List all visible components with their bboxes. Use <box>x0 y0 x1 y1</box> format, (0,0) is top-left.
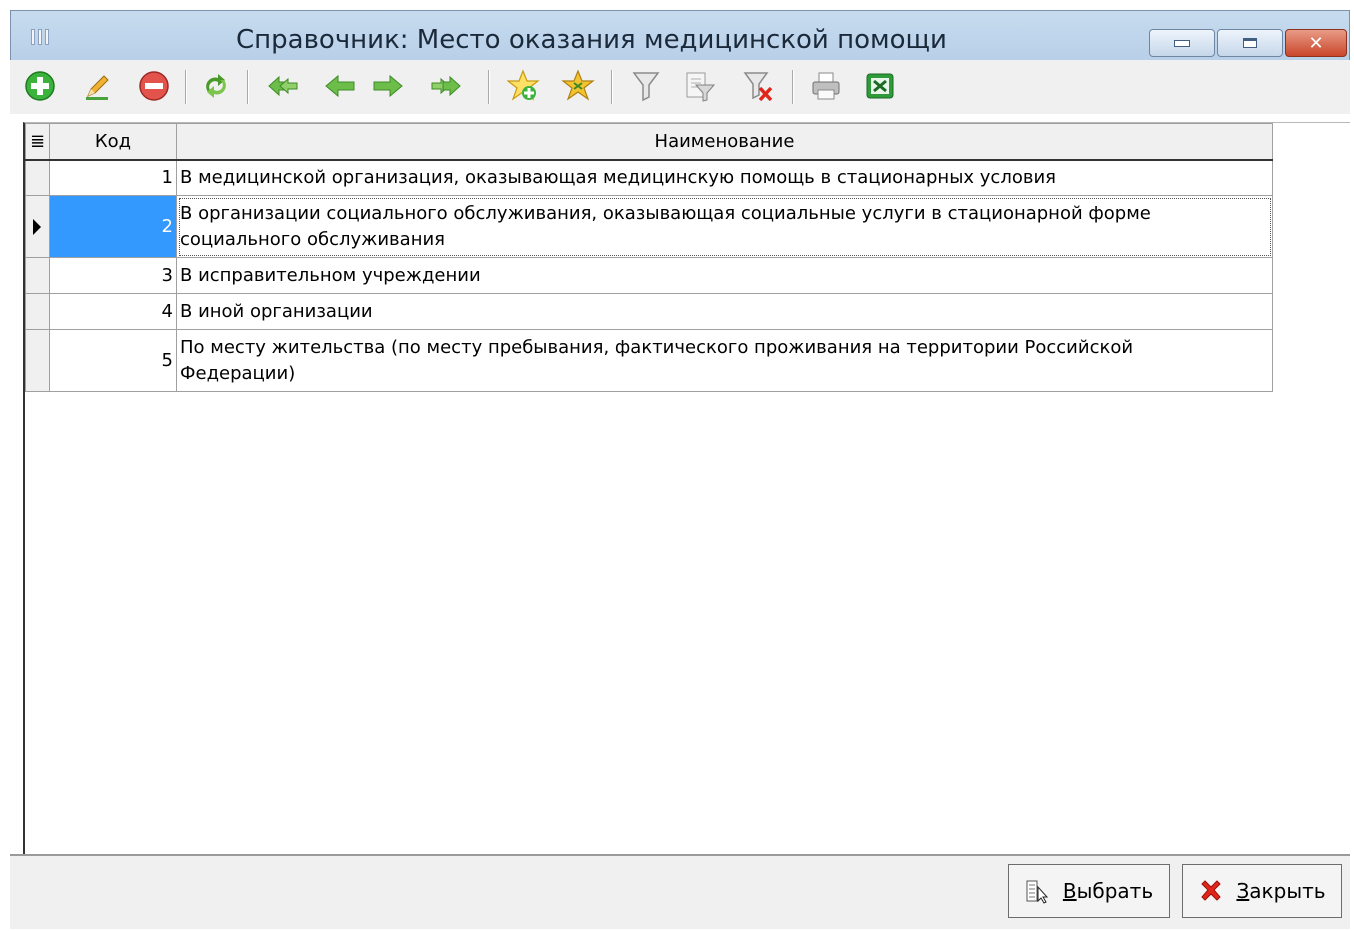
next-record-icon[interactable] <box>370 68 406 104</box>
toolbar <box>10 60 1350 114</box>
cell-name-line: В организации социального обслуживания, … <box>180 202 1151 224</box>
delete-icon[interactable] <box>136 68 172 104</box>
cell-name[interactable]: По месту жительства (по месту пребывания… <box>176 329 1273 392</box>
data-grid: ≣ Код Наименование 1В медицинской органи… <box>23 122 1350 854</box>
select-icon <box>1026 880 1048 904</box>
toolbar-separator <box>611 70 612 104</box>
close-window-button[interactable]: ✕ <box>1285 29 1347 57</box>
cell-code[interactable]: 3 <box>49 257 177 294</box>
filter-icon[interactable] <box>628 68 664 104</box>
filter-clear-icon[interactable] <box>740 68 776 104</box>
excel-export-icon[interactable] <box>862 68 898 104</box>
cell-code[interactable]: 5 <box>49 329 177 392</box>
row-indicator[interactable] <box>25 329 50 392</box>
last-record-icon[interactable] <box>428 68 464 104</box>
choose-button-label: Выбрать <box>1062 879 1154 903</box>
close-icon: ✕ <box>1308 32 1324 54</box>
row-indicator[interactable] <box>25 293 50 330</box>
print-icon[interactable] <box>808 68 844 104</box>
cell-name-line: Федерации) <box>180 362 296 384</box>
row-indicator[interactable] <box>25 257 50 294</box>
cell-code[interactable]: 4 <box>49 293 177 330</box>
cell-code[interactable]: 2 <box>49 195 177 258</box>
cell-name[interactable]: В организации социального обслуживания, … <box>176 195 1273 258</box>
table-row[interactable]: 4В иной организации <box>25 293 1273 330</box>
column-chooser-icon[interactable]: ≣ <box>25 123 50 161</box>
column-header-code[interactable]: Код <box>49 123 177 161</box>
edit-icon[interactable] <box>80 68 116 104</box>
column-header-name[interactable]: Наименование <box>176 123 1273 161</box>
window-title: Справочник: Место оказания медицинской п… <box>236 25 947 55</box>
cell-name-line: По месту жительства (по месту пребывания… <box>180 336 1134 358</box>
toolbar-separator <box>247 70 248 104</box>
grid-area: ≣ Код Наименование 1В медицинской органи… <box>10 114 1350 854</box>
choose-button[interactable]: Выбрать <box>1008 864 1170 918</box>
close-button[interactable]: Закрыть <box>1182 864 1342 918</box>
cell-name-line: В медицинской организация, оказывающая м… <box>180 166 1056 188</box>
close-button-label: Закрыть <box>1236 879 1326 903</box>
cell-name-line: социального обслуживания <box>180 228 445 250</box>
minimize-icon <box>1174 39 1190 47</box>
cell-name-line: В иной организации <box>180 300 373 322</box>
first-record-icon[interactable] <box>265 68 301 104</box>
minimize-button[interactable] <box>1149 29 1215 57</box>
maximize-icon <box>1243 38 1257 48</box>
button-bar: Выбрать Закрыть <box>10 854 1350 929</box>
toolbar-separator <box>488 70 489 104</box>
row-indicator[interactable] <box>25 195 50 258</box>
cell-name[interactable]: В исправительном учреждении <box>176 257 1273 294</box>
add-favorite-icon[interactable] <box>506 68 542 104</box>
refresh-icon[interactable] <box>198 68 234 104</box>
toolbar-separator <box>792 70 793 104</box>
records-table: ≣ Код Наименование 1В медицинской органи… <box>25 123 1273 392</box>
table-row[interactable]: 3В исправительном учреждении <box>25 257 1273 294</box>
table-row[interactable]: 1В медицинской организация, оказывающая … <box>25 159 1273 196</box>
filter-edit-icon[interactable] <box>682 68 718 104</box>
cell-name[interactable]: В иной организации <box>176 293 1273 330</box>
table-row[interactable]: 5 По месту жительства (по месту пребывани… <box>25 329 1273 392</box>
favorites-icon[interactable] <box>560 68 596 104</box>
prev-record-icon[interactable] <box>322 68 358 104</box>
close-x-icon <box>1201 880 1222 901</box>
cell-name-line: В исправительном учреждении <box>180 264 481 286</box>
add-icon[interactable] <box>22 68 58 104</box>
row-indicator[interactable] <box>25 159 50 196</box>
current-row-arrow-icon <box>33 218 41 235</box>
cell-code[interactable]: 1 <box>49 159 177 196</box>
toolbar-separator <box>185 70 186 104</box>
cell-name[interactable]: В медицинской организация, оказывающая м… <box>176 159 1273 196</box>
maximize-button[interactable] <box>1217 29 1283 57</box>
table-row[interactable]: 2В организации социального обслуживания,… <box>25 195 1273 258</box>
app-icon <box>31 29 53 47</box>
